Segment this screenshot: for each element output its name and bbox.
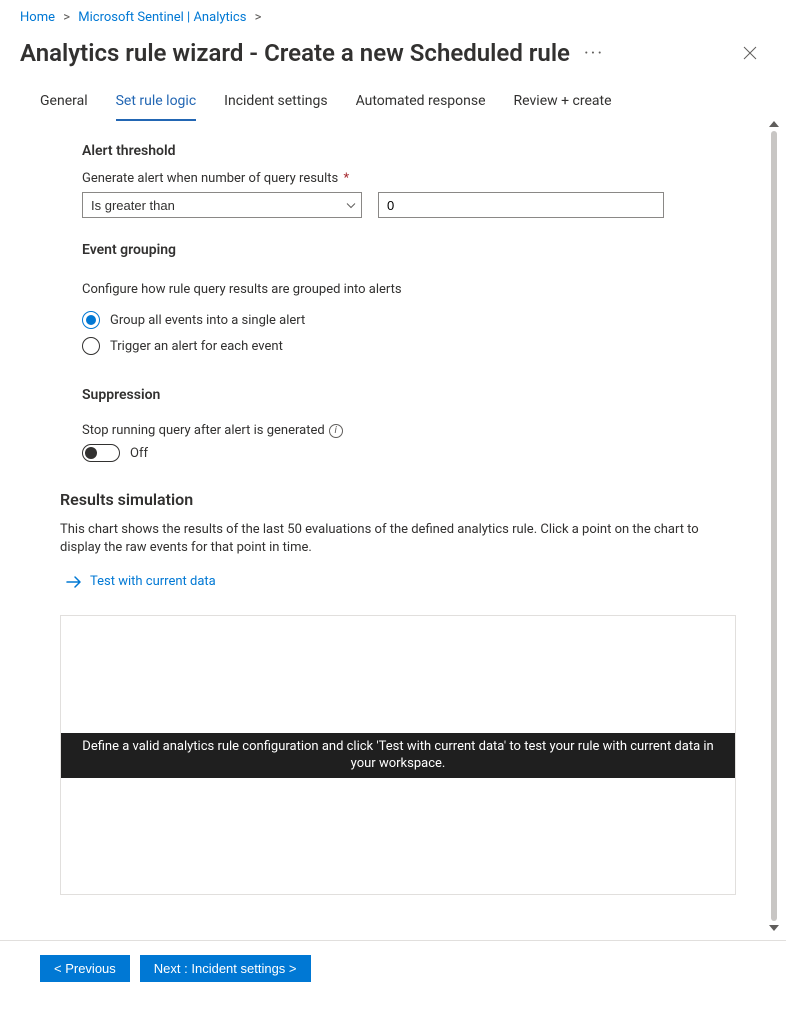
tab-review-create[interactable]: Review + create — [514, 83, 612, 121]
title-row: Analytics rule wizard - Create a new Sch… — [0, 33, 786, 83]
tab-automated-response[interactable]: Automated response — [356, 83, 486, 121]
event-grouping-heading: Event grouping — [82, 242, 762, 258]
wizard-footer: < Previous Next : Incident settings > — [0, 940, 786, 1010]
suppression-toggle-row: Off — [82, 444, 762, 462]
alert-threshold-inputs: Is greater than — [82, 192, 762, 218]
breadcrumb-sep-2: > — [255, 10, 262, 25]
radio-icon-checked — [82, 311, 100, 329]
scroll-up-icon[interactable] — [769, 121, 779, 127]
next-button[interactable]: Next : Incident settings > — [140, 955, 311, 982]
results-heading: Results simulation — [60, 490, 742, 509]
more-actions-icon[interactable]: ··· — [584, 43, 604, 64]
scroll-down-icon[interactable] — [769, 925, 779, 931]
suppression-label: Stop running query after alert is genera… — [82, 423, 325, 438]
breadcrumb-sentinel[interactable]: Microsoft Sentinel | Analytics — [78, 10, 246, 25]
breadcrumb-home[interactable]: Home — [20, 10, 55, 25]
tab-general[interactable]: General — [40, 83, 88, 121]
test-with-current-data-link[interactable]: Test with current data — [66, 574, 216, 589]
breadcrumb-sep-1: > — [63, 10, 70, 25]
radio-icon-unchecked — [82, 337, 100, 355]
chart-message: Define a valid analytics rule configurat… — [61, 733, 735, 778]
results-chart-placeholder: Define a valid analytics rule configurat… — [60, 615, 736, 895]
radio-label-group-all: Group all events into a single alert — [110, 313, 305, 328]
suppression-heading: Suppression — [82, 387, 762, 403]
threshold-value-input[interactable] — [378, 192, 664, 218]
tab-set-rule-logic[interactable]: Set rule logic — [116, 83, 197, 121]
alert-threshold-heading: Alert threshold — [82, 143, 762, 159]
breadcrumb: Home > Microsoft Sentinel | Analytics > — [0, 0, 786, 33]
page-title: Analytics rule wizard - Create a new Sch… — [20, 39, 570, 67]
radio-group-all[interactable]: Group all events into a single alert — [82, 311, 762, 329]
suppression-toggle[interactable] — [82, 444, 120, 462]
alert-threshold-label-text: Generate alert when number of query resu… — [82, 171, 338, 186]
operator-select-wrap[interactable]: Is greater than — [82, 192, 362, 218]
radio-trigger-each[interactable]: Trigger an alert for each event — [82, 337, 762, 355]
operator-select[interactable]: Is greater than — [82, 192, 362, 218]
event-grouping-desc: Configure how rule query results are gro… — [82, 282, 762, 297]
scroll-thumb[interactable] — [771, 131, 777, 921]
previous-button[interactable]: < Previous — [40, 955, 130, 982]
suppression-toggle-state: Off — [130, 446, 148, 461]
required-marker: * — [343, 171, 349, 186]
close-icon[interactable] — [734, 37, 766, 69]
test-link-label: Test with current data — [90, 574, 216, 589]
results-desc: This chart shows the results of the last… — [60, 521, 740, 556]
scrollbar[interactable] — [766, 121, 782, 931]
tabs: General Set rule logic Incident settings… — [0, 83, 786, 121]
tab-incident-settings[interactable]: Incident settings — [224, 83, 327, 121]
content-scroll: Alert threshold Generate alert when numb… — [0, 121, 786, 931]
alert-threshold-label: Generate alert when number of query resu… — [82, 171, 762, 186]
info-icon[interactable]: i — [329, 424, 343, 438]
radio-label-trigger-each: Trigger an alert for each event — [110, 339, 283, 354]
arrow-right-icon — [66, 575, 82, 589]
